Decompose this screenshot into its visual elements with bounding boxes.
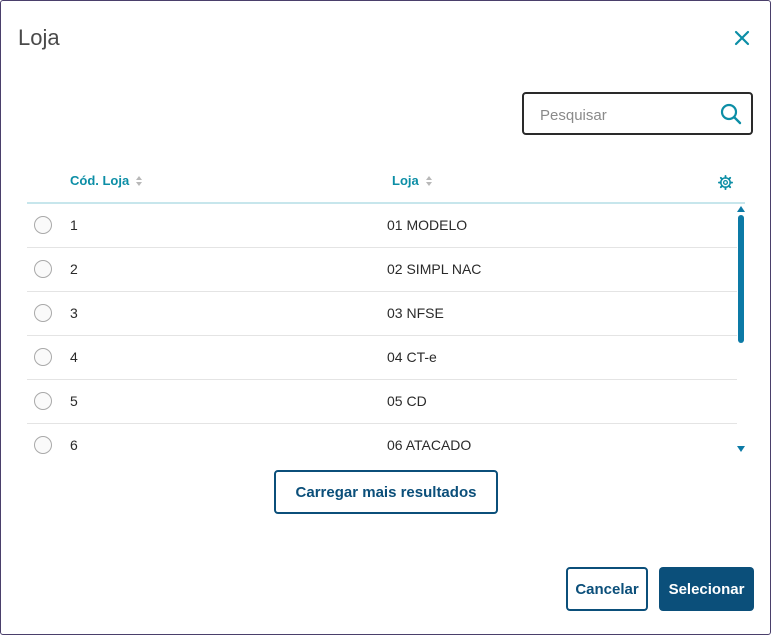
row-radio[interactable] xyxy=(34,392,52,410)
cell-loja: 01 MODELO xyxy=(387,217,468,233)
row-radio[interactable] xyxy=(34,216,52,234)
table-row[interactable]: 1 01 MODELO xyxy=(27,204,737,248)
column-header-cod-loja[interactable]: Cód. Loja xyxy=(70,173,143,188)
column-header-loja[interactable]: Loja xyxy=(392,173,433,188)
row-radio[interactable] xyxy=(34,348,52,366)
cell-loja: 03 NFSE xyxy=(387,305,444,321)
table-row[interactable]: 3 03 NFSE xyxy=(27,292,737,336)
cell-loja: 02 SIMPL NAC xyxy=(387,261,482,277)
cell-loja: 05 CD xyxy=(387,393,427,409)
scroll-down-arrow-icon[interactable] xyxy=(737,446,745,452)
lookup-dialog: Loja Cód. Loja Loja xyxy=(0,0,771,635)
table-row[interactable]: 5 05 CD xyxy=(27,380,737,424)
column-header-label: Loja xyxy=(392,173,419,188)
cell-cod-loja: 1 xyxy=(70,217,78,233)
sort-icon xyxy=(425,175,432,186)
row-radio[interactable] xyxy=(34,436,52,454)
cell-loja: 06 ATACADO xyxy=(387,437,472,453)
dialog-title: Loja xyxy=(18,25,60,50)
search-field[interactable] xyxy=(522,92,753,135)
cell-cod-loja: 4 xyxy=(70,349,78,365)
table-row[interactable]: 6 06 ATACADO xyxy=(27,424,737,454)
cell-cod-loja: 5 xyxy=(70,393,78,409)
load-more-button[interactable]: Carregar mais resultados xyxy=(274,470,498,514)
sort-icon xyxy=(136,175,143,186)
row-radio[interactable] xyxy=(34,260,52,278)
scroll-up-arrow-icon[interactable] xyxy=(737,206,745,212)
close-icon[interactable] xyxy=(730,26,754,50)
cell-cod-loja: 3 xyxy=(70,305,78,321)
gear-icon[interactable] xyxy=(718,175,733,190)
scrollbar-thumb[interactable] xyxy=(738,215,744,343)
cell-cod-loja: 6 xyxy=(70,437,78,453)
table-row[interactable]: 2 02 SIMPL NAC xyxy=(27,248,737,292)
table-body: 1 01 MODELO 2 02 SIMPL NAC 3 03 NFSE 4 0… xyxy=(27,204,737,454)
column-header-label: Cód. Loja xyxy=(70,173,130,188)
search-input[interactable] xyxy=(538,103,712,127)
table-row[interactable]: 4 04 CT-e xyxy=(27,336,737,380)
cancel-button[interactable]: Cancelar xyxy=(566,567,648,611)
row-radio[interactable] xyxy=(34,304,52,322)
select-button[interactable]: Selecionar xyxy=(659,567,754,611)
cell-loja: 04 CT-e xyxy=(387,349,437,365)
cell-cod-loja: 2 xyxy=(70,261,78,277)
search-icon[interactable] xyxy=(720,103,742,125)
